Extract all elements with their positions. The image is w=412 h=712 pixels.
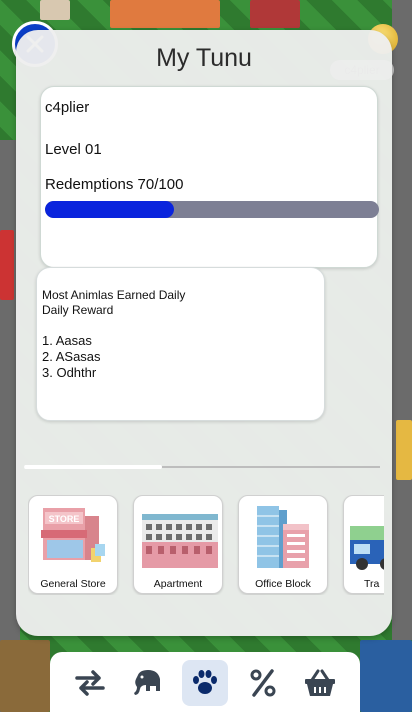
building-label: Tra — [364, 578, 380, 590]
level-label: Level 01 — [45, 141, 102, 158]
vehicle-icon — [350, 526, 384, 570]
svg-text:STORE: STORE — [49, 514, 80, 524]
profile-card: c4plier Level 01 Redemptions 70/100 — [40, 86, 379, 268]
leaderboard-card[interactable]: Most Animlas Earned Daily Daily Reward 1… — [36, 267, 325, 421]
carousel-scrollbar-thumb[interactable] — [24, 465, 162, 469]
basket-icon — [305, 669, 335, 696]
nav-shop[interactable] — [297, 660, 343, 706]
nav-pets[interactable] — [182, 660, 228, 706]
page-title: My Tunu — [156, 44, 252, 72]
leaderboard-entry: 1. Aasas — [42, 333, 92, 348]
buildings-carousel[interactable]: STORE General Store Apartment Office Blo… — [28, 495, 384, 595]
paw-icon — [193, 670, 217, 694]
redemptions-label: Redemptions 70/100 — [45, 176, 184, 193]
apartment-icon — [142, 514, 218, 568]
leaderboard-carousel[interactable]: Most Animlas Earned Daily Daily Reward 1… — [20, 266, 364, 426]
nav-animals[interactable] — [124, 660, 170, 706]
building-label: Apartment — [153, 578, 203, 590]
redemptions-progress-fill — [45, 201, 174, 218]
leaderboard-title: Most Animlas Earned Daily — [42, 288, 186, 302]
nav-trade[interactable] — [67, 660, 113, 706]
office-block-icon — [257, 506, 309, 568]
leaderboard-entry: 3. Odhthr — [42, 365, 97, 380]
building-card-general-store[interactable]: STORE General Store — [28, 495, 118, 594]
general-store-icon: STORE — [41, 508, 105, 562]
building-label: General Store — [40, 578, 106, 590]
leaderboard-subtitle: Daily Reward — [42, 303, 114, 317]
building-card-office-block[interactable]: Office Block — [238, 495, 328, 594]
elephant-icon — [134, 670, 160, 695]
leaderboard-list: 1. Aasas 2. ASasas 3. Odhthr — [42, 333, 101, 381]
username-label: c4plier — [45, 99, 90, 116]
redemptions-progress-bar — [45, 201, 379, 218]
bottom-nav — [50, 652, 360, 712]
building-card-apartment[interactable]: Apartment — [133, 495, 223, 594]
nav-discounts[interactable] — [240, 660, 286, 706]
swap-arrows-icon — [75, 670, 105, 696]
leaderboard-entry: 2. ASasas — [42, 349, 101, 364]
percent-icon — [250, 669, 276, 697]
building-label: Office Block — [255, 578, 311, 590]
carousel-scrollbar[interactable] — [24, 465, 380, 469]
building-card-tra[interactable]: Tra — [343, 495, 384, 594]
